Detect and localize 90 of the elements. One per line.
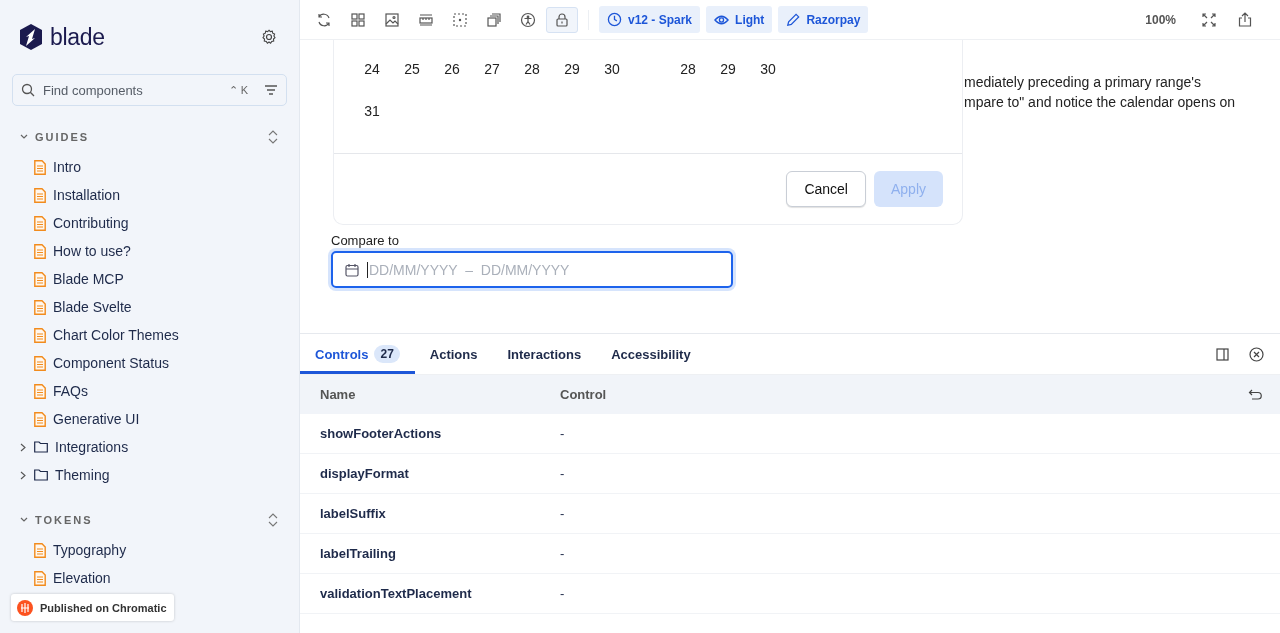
table-cell-text: - (560, 546, 566, 561)
count-badge: 27 (374, 345, 400, 363)
sidebar-item[interactable]: Typography (0, 536, 299, 564)
document-icon (34, 411, 46, 427)
section-title: GUIDES (35, 131, 90, 143)
filter-icon[interactable] (264, 84, 278, 96)
chevron-icon[interactable] (20, 134, 28, 140)
calendar-day[interactable]: 24 (352, 61, 392, 77)
calendar-day[interactable]: 25 (392, 61, 432, 77)
version-button[interactable]: v12 - Spark (599, 6, 701, 33)
share-icon[interactable] (1238, 12, 1252, 27)
column-header: Name (320, 387, 357, 402)
field-label: Compare to (331, 233, 400, 249)
sidebar-item[interactable]: Generative UI (0, 405, 299, 433)
fullscreen-icon[interactable] (1202, 12, 1216, 27)
close-icon[interactable] (1249, 346, 1264, 362)
calendar-day[interactable]: 29 (552, 61, 592, 77)
table-cell-text: - (560, 426, 566, 441)
document-icon (34, 542, 46, 558)
table-cell-text: labelTrailing (320, 546, 397, 561)
chevron-icon[interactable] (20, 517, 28, 523)
zoom-level[interactable]: 100% (1145, 12, 1176, 27)
sidebar-item[interactable]: Blade Svelte (0, 293, 299, 321)
search-field[interactable]: Find components ⌃ K (12, 74, 287, 106)
logo-icon (20, 24, 42, 50)
table-cell-text: validationTextPlacement (320, 586, 473, 601)
eye-icon (714, 13, 730, 26)
sidebar-item[interactable]: Chart Color Themes (0, 321, 299, 349)
panel-tab[interactable]: Actions (414, 334, 493, 374)
expand-collapse-icon[interactable] (267, 512, 279, 528)
sidebar-item[interactable]: Blade MCP (0, 265, 299, 293)
lock-icon[interactable] (546, 6, 578, 33)
sidebar-item[interactable]: Intro (0, 153, 299, 181)
calendar-day[interactable]: 30 (592, 61, 632, 77)
theme-button[interactable]: Light (706, 6, 773, 33)
section-title: TOKENS (35, 514, 93, 526)
chromatic-badge[interactable]: Published on Chromatic (11, 594, 174, 621)
table-cell-text: showFooterActions (320, 426, 443, 441)
clock-icon (607, 12, 622, 27)
sidebar-item[interactable]: Contributing (0, 209, 299, 237)
calendar-day[interactable]: 31 (352, 103, 392, 119)
sidebar-item[interactable]: FAQs (0, 377, 299, 405)
chromatic-logo-icon (17, 599, 33, 616)
document-icon (34, 215, 46, 231)
document-icon (34, 570, 46, 586)
calendar-day[interactable]: 28 (512, 61, 552, 77)
table-cell-text: - (560, 586, 566, 601)
panel-layout-icon[interactable] (1216, 347, 1229, 361)
calendar-icon (345, 262, 359, 277)
sidebar-item[interactable]: Elevation (0, 564, 299, 592)
document-icon (34, 355, 46, 371)
settings-icon[interactable] (261, 29, 277, 45)
description-text: mpare to" and notice the calendar opens on (964, 93, 1236, 112)
document-icon (34, 243, 46, 259)
panel-tab[interactable]: Interactions (492, 334, 597, 374)
calendar-day[interactable]: 28 (668, 61, 708, 77)
document-icon (34, 187, 46, 203)
sidebar-item[interactable]: Integrations (0, 433, 299, 461)
calendar-day[interactable]: 30 (748, 61, 788, 77)
table-cell-text: labelSuffix (320, 506, 387, 521)
shortcut-hint: ⌃ K (228, 83, 248, 97)
brand-name: blade (50, 23, 105, 51)
document-icon (34, 159, 46, 175)
cancel-button[interactable]: Cancel (786, 171, 866, 207)
column-header: Control (560, 387, 608, 402)
table-cell-text: - (560, 466, 566, 481)
search-icon (21, 83, 35, 97)
table-cell-text: displayFormat (320, 466, 410, 481)
search-placeholder: Find components (43, 82, 144, 98)
calendar-day[interactable]: 29 (708, 61, 748, 77)
date-placeholder: DD/MM/YYYY – DD/MM/YYYY (369, 261, 571, 278)
pencil-icon (786, 12, 801, 27)
sidebar-item[interactable]: Installation (0, 181, 299, 209)
calendar-day[interactable]: 27 (472, 61, 512, 77)
sidebar-item[interactable]: How to use? (0, 237, 299, 265)
table-cell-text: - (560, 506, 566, 521)
calendar-day[interactable]: 26 (432, 61, 472, 77)
document-icon (34, 383, 46, 399)
folder-icon (34, 469, 48, 481)
reset-icon[interactable] (1248, 388, 1262, 401)
brand-button[interactable]: Razorpay (778, 6, 869, 33)
sidebar-item[interactable]: Component Status (0, 349, 299, 377)
description-text: mediately preceding a primary range's (964, 73, 1202, 92)
expand-collapse-icon[interactable] (267, 129, 279, 145)
sidebar-item[interactable]: Theming (0, 461, 299, 489)
folder-icon (34, 441, 48, 453)
document-icon (34, 271, 46, 287)
panel-tab[interactable]: Accessibility (596, 334, 706, 374)
document-icon (34, 299, 46, 315)
document-icon (34, 327, 46, 343)
